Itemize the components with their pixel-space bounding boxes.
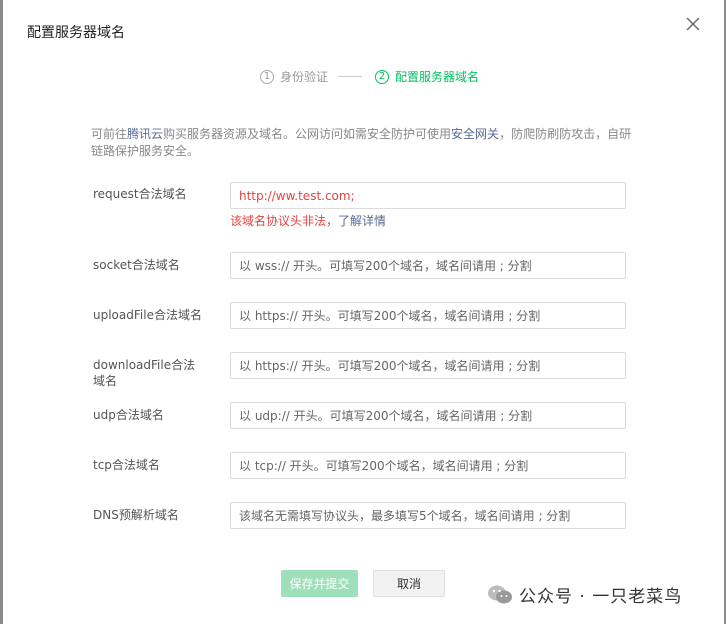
step-1-label: 身份验证: [280, 70, 329, 84]
intro-text: 可前往腾讯云购买服务器资源及域名。公网访问如需安全防护可使用安全网关，防爬防刷防…: [91, 126, 637, 160]
request-domain-error: 该域名协议头非法，了解详情: [230, 212, 386, 229]
learn-more-link[interactable]: 了解详情: [338, 214, 386, 228]
save-and-submit-button[interactable]: 保存并提交: [281, 570, 358, 597]
step-divider: [338, 76, 362, 77]
security-gateway-link[interactable]: 安全网关: [451, 127, 499, 141]
error-text: 该域名协议头非法，: [230, 214, 339, 228]
intro-part1: 可前往: [91, 127, 128, 141]
step-2-number: 2: [375, 69, 389, 84]
downloadfile-domain-label: downloadFile合法域名: [93, 358, 196, 388]
dns-prefetch-domain-label: DNS预解析域名: [93, 508, 179, 522]
tcp-domain-label: tcp合法域名: [93, 458, 160, 472]
tencent-cloud-link[interactable]: 腾讯云: [127, 127, 163, 141]
watermark-text: 公众号 · 一只老菜鸟: [519, 587, 683, 607]
socket-domain-input[interactable]: [230, 252, 626, 279]
close-icon[interactable]: [683, 14, 703, 34]
dialog-title: 配置服务器域名: [27, 25, 125, 41]
step-2-label: 配置服务器域名: [395, 70, 480, 84]
step-configure-domain: 2 配置服务器域名: [375, 68, 479, 85]
intro-part2: 购买服务器资源及域名。公网访问如需安全防护可使用: [163, 127, 452, 141]
step-1-number: 1: [260, 69, 274, 84]
uploadfile-domain-input[interactable]: [230, 302, 626, 329]
downloadfile-domain-input[interactable]: [230, 352, 626, 379]
watermark: 公众号 · 一只老菜鸟: [487, 582, 682, 607]
cancel-button[interactable]: 取消: [373, 570, 445, 597]
wechat-icon: [488, 585, 512, 603]
dns-prefetch-domain-input[interactable]: [230, 502, 626, 529]
uploadfile-domain-label: uploadFile合法域名: [93, 308, 202, 322]
request-domain-label: request合法域名: [93, 187, 187, 201]
server-domain-dialog: 配置服务器域名 1 身份验证 2 配置服务器域名 可前往腾讯云购买服务器资源及域…: [3, 0, 724, 624]
stepper: 1 身份验证 2 配置服务器域名: [3, 68, 724, 88]
request-domain-input[interactable]: [230, 182, 626, 209]
udp-domain-input[interactable]: [230, 402, 626, 429]
step-identity-verification: 1 身份验证: [260, 68, 328, 85]
tcp-domain-input[interactable]: [230, 452, 626, 479]
udp-domain-label: udp合法域名: [93, 408, 164, 422]
socket-domain-label: socket合法域名: [93, 258, 180, 272]
